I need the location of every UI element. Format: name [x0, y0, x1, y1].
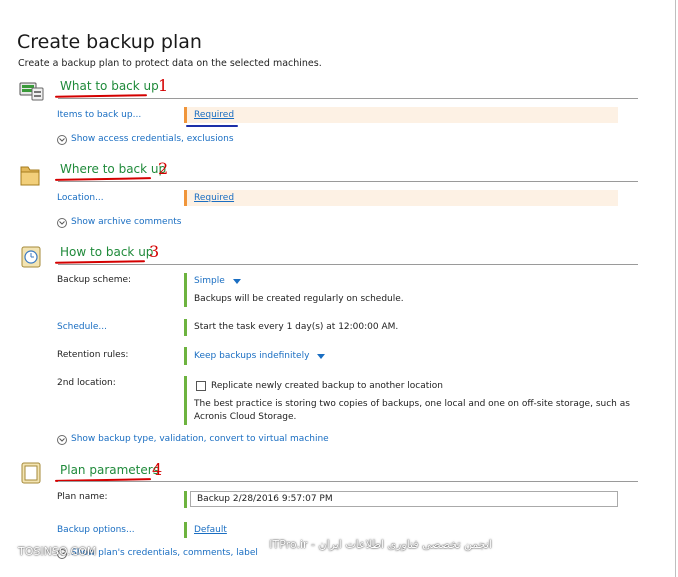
- annotation-number-2: 2: [158, 159, 169, 178]
- required-indicator-bar: [184, 107, 187, 123]
- window-edge: [675, 0, 676, 577]
- plan-name-input[interactable]: Backup 2/28/2016 9:57:07 PM: [190, 491, 618, 507]
- section-title-where: Where to back up: [60, 162, 167, 176]
- second-location-description-line-1: The best practice is storing two copies …: [194, 399, 630, 409]
- backup-options-default-link[interactable]: Default: [194, 525, 227, 535]
- annotation-number-4: 4: [152, 460, 163, 479]
- section-title-how: How to back up: [60, 245, 154, 259]
- section-title-plan: Plan parameters: [60, 463, 159, 477]
- annotation-number-3: 3: [149, 242, 160, 261]
- show-access-credentials-link[interactable]: Show access credentials, exclusions: [71, 134, 234, 144]
- page-subtitle: Create a backup plan to protect data on …: [18, 58, 322, 69]
- ok-indicator-bar: [184, 522, 187, 538]
- show-backup-type-link[interactable]: Show backup type, validation, convert to…: [71, 434, 329, 444]
- parameters-icon: [21, 462, 41, 484]
- backup-scheme-dropdown[interactable]: Simple: [194, 276, 241, 286]
- location-required-link[interactable]: Required: [194, 193, 234, 203]
- ok-indicator-bar: [184, 347, 187, 365]
- watermark-right: انجمن تخصصی فناوری اطلاعات ایران - ITPro…: [269, 538, 492, 551]
- section-divider-where: [58, 181, 638, 182]
- backup-scheme-description: Backups will be created regularly on sch…: [194, 294, 404, 304]
- items-required-link[interactable]: Required: [194, 110, 234, 120]
- folder-icon: [19, 163, 41, 187]
- location-required-field: [184, 190, 618, 206]
- second-location-description-line-2: Acronis Cloud Storage.: [194, 412, 297, 422]
- watermark-left: TOSINSO.COM: [18, 545, 97, 558]
- schedule-link[interactable]: Schedule...: [57, 322, 107, 332]
- retention-rules-value[interactable]: Keep backups indefinitely: [194, 351, 309, 361]
- section-divider-how: [58, 264, 638, 265]
- ok-indicator-bar: [184, 319, 187, 336]
- section-divider-plan: [58, 481, 638, 482]
- expand-chevron-icon[interactable]: [57, 435, 67, 445]
- ok-indicator-bar: [184, 376, 187, 425]
- retention-rules-label: Retention rules:: [57, 350, 129, 360]
- annotation-blue-underline: [186, 125, 238, 127]
- schedule-icon: [21, 246, 41, 268]
- retention-rules-dropdown[interactable]: Keep backups indefinitely: [194, 351, 326, 361]
- dropdown-caret-icon[interactable]: [232, 278, 241, 284]
- page-title: Create backup plan: [17, 31, 202, 53]
- section-divider-what: [58, 98, 638, 99]
- required-indicator-bar: [184, 190, 187, 206]
- items-required-field: [184, 107, 618, 123]
- replicate-checkbox[interactable]: [196, 381, 206, 391]
- machine-icon: [19, 80, 45, 102]
- dropdown-caret-icon[interactable]: [317, 353, 326, 359]
- annotation-number-1: 1: [158, 76, 169, 95]
- plan-name-label: Plan name:: [57, 492, 108, 502]
- ok-indicator-bar: [184, 273, 187, 307]
- backup-options-link[interactable]: Backup options...: [57, 525, 135, 535]
- location-link[interactable]: Location...: [57, 193, 104, 203]
- section-title-what: What to back up: [60, 79, 159, 93]
- replicate-checkbox-label[interactable]: Replicate newly created backup to anothe…: [211, 381, 443, 391]
- backup-scheme-value[interactable]: Simple: [194, 276, 225, 286]
- ok-indicator-bar: [184, 491, 187, 508]
- schedule-value: Start the task every 1 day(s) at 12:00:0…: [194, 322, 399, 332]
- backup-scheme-label: Backup scheme:: [57, 275, 132, 285]
- show-archive-comments-link[interactable]: Show archive comments: [71, 217, 182, 227]
- second-location-label: 2nd location:: [57, 378, 116, 388]
- expand-chevron-icon[interactable]: [57, 135, 67, 145]
- expand-chevron-icon[interactable]: [57, 218, 67, 228]
- items-to-back-up-link[interactable]: Items to back up...: [57, 110, 141, 120]
